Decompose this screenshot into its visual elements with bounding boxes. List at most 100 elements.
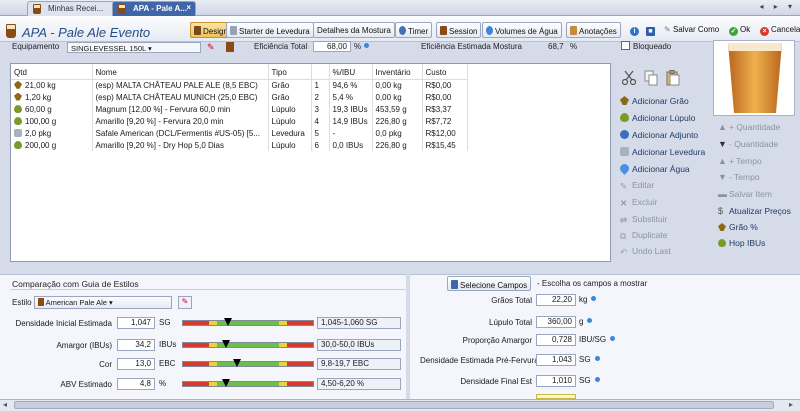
- table-cell: 1: [311, 79, 330, 91]
- add-yeast-button[interactable]: Adicionar Levedura: [620, 147, 705, 157]
- undo-icon: ↶: [620, 247, 628, 257]
- timer-button[interactable]: Timer: [395, 22, 433, 38]
- add-grain-button[interactable]: Adicionar Grão: [620, 96, 689, 106]
- save-item-button[interactable]: ▬ Salvar Item: [718, 189, 772, 199]
- cancel-button[interactable]: × Cancelar: [760, 22, 800, 38]
- table-cell: 100,00 g: [11, 115, 93, 127]
- copy-icon[interactable]: [644, 70, 658, 86]
- edit-button[interactable]: ✎ Editar: [620, 180, 654, 191]
- style-gauge-bar: [182, 361, 314, 367]
- column-header[interactable]: %/IBU: [329, 64, 373, 80]
- column-header[interactable]: Inventário: [372, 64, 423, 80]
- table-cell: -: [329, 127, 373, 139]
- add-water-button[interactable]: Adicionar Água: [618, 162, 690, 175]
- add-hop-button[interactable]: Adicionar Lúpulo: [620, 113, 695, 123]
- table-cell: Lúpulo: [268, 115, 312, 127]
- cut-icon[interactable]: [621, 70, 637, 86]
- arrow-up-icon: ▲: [718, 122, 727, 132]
- table-cell: 94,6 %: [329, 79, 373, 91]
- equipment-tools-icon[interactable]: ✎: [207, 42, 215, 53]
- gauge-range: 4,50-6,20 %: [317, 378, 401, 390]
- scroll-right-icon[interactable]: ▸: [789, 400, 793, 409]
- column-header[interactable]: Qtd: [11, 64, 93, 80]
- delete-label: Excluir: [632, 197, 658, 207]
- hop-ibus-button[interactable]: Hop IBUs: [718, 238, 765, 248]
- table-row[interactable]: 21,00 kg (esp) MALTA CHÂTEAU PALE ALE (8,…: [11, 79, 468, 91]
- gauge-value: 1,047: [117, 317, 155, 329]
- time-increase-button[interactable]: ▲ + Tempo: [718, 156, 762, 166]
- equipment-select[interactable]: SINGLEVESSEL 150L ▾: [67, 42, 201, 53]
- delete-button[interactable]: ✕ Excluir: [620, 197, 658, 208]
- beer-mug-icon: [226, 42, 234, 52]
- column-header[interactable]: [311, 64, 330, 80]
- divider: [10, 289, 406, 290]
- locked-checkbox[interactable]: [621, 41, 630, 50]
- duplicate-button[interactable]: ⧉ Duplicate: [620, 230, 667, 241]
- cell-text: 1,20 kg: [25, 92, 52, 102]
- save-as-button[interactable]: ✎ Salvar Como: [664, 22, 719, 38]
- gauge-unit: SG: [159, 318, 171, 327]
- water-volumes-button[interactable]: Volumes de Água: [482, 22, 562, 38]
- undo-button[interactable]: ↶ Undo Last: [620, 246, 671, 257]
- beer-mug-icon: [38, 298, 44, 306]
- paste-icon[interactable]: [666, 70, 680, 86]
- stat-unit-text: SG: [579, 355, 591, 364]
- ok-button[interactable]: ✓ Ok: [729, 22, 750, 38]
- save-disk-icon[interactable]: ■: [646, 22, 657, 38]
- table-row[interactable]: 200,00 g Amarillo [9,20 %] - Dry Hop 5,0 …: [11, 139, 468, 151]
- hop-icon: [14, 104, 22, 113]
- table-row[interactable]: 2,0 pkg Safale American (DCL/Fermentis #U…: [11, 127, 468, 139]
- table-cell: Lúpulo: [268, 139, 312, 151]
- locked-label: Bloqueado: [633, 42, 672, 51]
- cell-text: Levedura: [271, 128, 305, 138]
- dollar-icon: $: [718, 206, 724, 216]
- gauge-value: 34,2: [117, 339, 155, 351]
- style-select[interactable]: American Pale Ale ▾: [34, 296, 172, 309]
- yeast-starter-button[interactable]: Starter de Levedura: [226, 22, 314, 38]
- quantity-decrease-button[interactable]: ▼ - Quantidade: [718, 139, 778, 149]
- replace-button[interactable]: ⇄ Substituir: [620, 214, 667, 225]
- style-edit-icon[interactable]: ✎: [178, 296, 192, 309]
- style-gauge-bar: [182, 342, 314, 348]
- grain-icon: [620, 96, 629, 105]
- time-decrease-button[interactable]: ▼ - Tempo: [718, 172, 760, 182]
- select-fields-button[interactable]: Selecione Campos: [447, 276, 532, 291]
- cell-text: R$12,00: [425, 128, 456, 138]
- grain-percent-button[interactable]: Grão %: [718, 222, 758, 232]
- column-header[interactable]: Tipo: [268, 64, 312, 80]
- check-icon: ✓: [729, 27, 738, 36]
- tab-navigation-arrows[interactable]: ◂ ▸ ▾: [760, 2, 797, 11]
- table-cell: Amarillo [9,20 %] - Dry Hop 5,0 Dias: [92, 139, 269, 151]
- tab-recipe-apa[interactable]: APA - Pale A... ×: [112, 1, 196, 16]
- add-adjunct-label: Adicionar Adjunto: [632, 130, 699, 140]
- gauge-marker-icon: [222, 379, 230, 387]
- cell-text: 0,0 IBUs: [332, 140, 364, 150]
- scrollbar-thumb[interactable]: [14, 401, 774, 409]
- quantity-increase-button[interactable]: ▲ + Quantidade: [718, 122, 780, 132]
- cell-text: 14,9 IBUs: [332, 116, 368, 126]
- mash-details-button[interactable]: Detalhes da Mostura: [313, 22, 395, 38]
- add-yeast-label: Adicionar Levedura: [632, 147, 706, 157]
- close-tab-icon[interactable]: ×: [186, 3, 191, 12]
- beer-mug-icon: [6, 24, 16, 38]
- scroll-left-icon[interactable]: ◂: [3, 400, 7, 409]
- cell-text: 2,0 pkg: [25, 128, 52, 138]
- add-adjunct-button[interactable]: Adicionar Adjunto: [620, 130, 698, 140]
- stat-value: 360,00: [536, 316, 576, 328]
- table-row[interactable]: 1,20 kg (esp) MALTA CHÂTEAU MUNICH (25,0 …: [11, 91, 468, 103]
- session-button[interactable]: Session: [436, 22, 482, 38]
- info-dot-icon: [587, 318, 593, 323]
- gauge-range: 1,045-1,060 SG: [317, 317, 401, 329]
- notes-button[interactable]: Anotações: [566, 22, 621, 38]
- table-row[interactable]: 100,00 g Amarillo [9,20 %] - Fervura 20,0…: [11, 115, 468, 127]
- table-cell: Grão: [268, 79, 312, 91]
- cell-text: Lúpulo: [271, 140, 296, 150]
- column-header[interactable]: Custo: [422, 64, 468, 80]
- info-icon[interactable]: i: [630, 22, 641, 38]
- efficiency-input[interactable]: 68,00: [313, 41, 351, 52]
- table-row[interactable]: 60,00 g Magnum [12,00 %] - Fervura 60,0 m…: [11, 103, 468, 115]
- gauge-range: 9,8-19,7 EBC: [317, 358, 401, 370]
- mash-efficiency-label: Eficiência Estimada Mostura: [421, 42, 522, 51]
- column-header[interactable]: Nome: [92, 64, 269, 80]
- update-prices-button[interactable]: $ Atualizar Preços: [718, 206, 791, 216]
